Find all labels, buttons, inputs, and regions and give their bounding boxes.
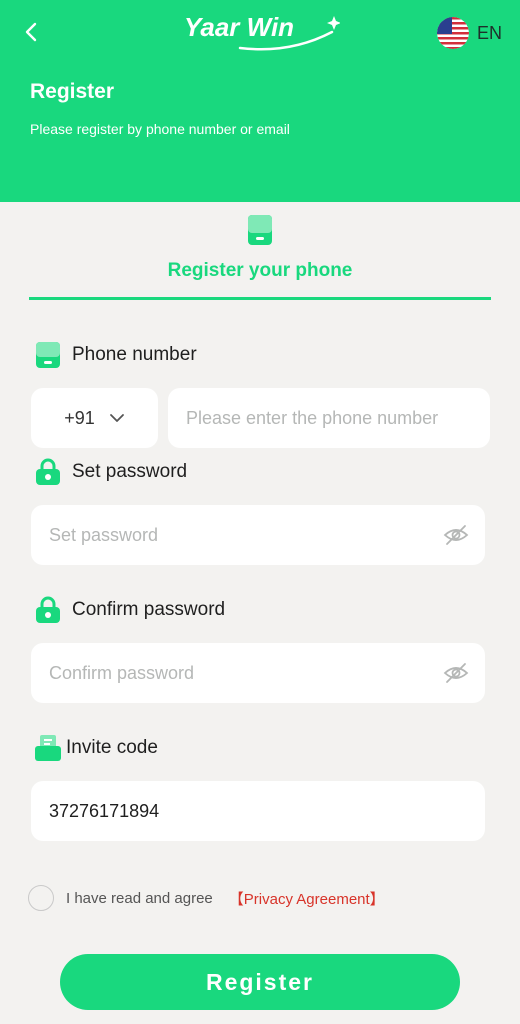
invite-icon [35,735,61,761]
svg-text:Yaar Win: Yaar Win [184,12,294,42]
us-flag-icon [437,17,469,49]
language-code: EN [477,22,503,43]
confirm-password-label: Confirm password [34,595,225,625]
set-password-label: Set password [34,457,187,487]
lock-icon [36,596,60,623]
agree-checkbox[interactable] [28,885,54,911]
tab-label: Register your phone [167,260,353,281]
back-arrow-icon[interactable] [20,20,44,44]
page-subtitle: Please register by phone number or email [30,121,290,137]
phone-icon [36,342,60,368]
country-code-select[interactable]: +91 [31,388,158,448]
privacy-agreement-link[interactable]: 【Privacy Agreement】 [229,888,385,909]
set-password-input[interactable]: Set password [31,505,485,565]
register-button[interactable]: Register [60,954,460,1010]
page-title: Register [30,80,115,103]
chevron-down-icon [109,414,124,422]
invite-code-input[interactable]: 37276171894 [31,781,485,841]
agreement-text: I have read and agree [66,889,213,907]
phone-input[interactable]: Please enter the phone number [168,388,490,448]
eye-off-icon[interactable] [443,523,469,547]
language-selector[interactable]: EN [437,17,503,49]
agreement-row: I have read and agree 【Privacy Agreement… [28,884,385,912]
phone-icon [248,215,272,245]
confirm-password-input[interactable]: Confirm password [31,643,485,703]
eye-off-icon[interactable] [443,661,469,685]
phone-number-label: Phone number [34,340,197,370]
tab-register-phone[interactable]: Register your phone [29,212,491,300]
header: Yaar Win EN Register Please register by … [0,0,520,202]
invite-code-label: Invite code [34,733,158,763]
lock-icon [36,458,60,485]
app-logo: Yaar Win [184,12,340,51]
